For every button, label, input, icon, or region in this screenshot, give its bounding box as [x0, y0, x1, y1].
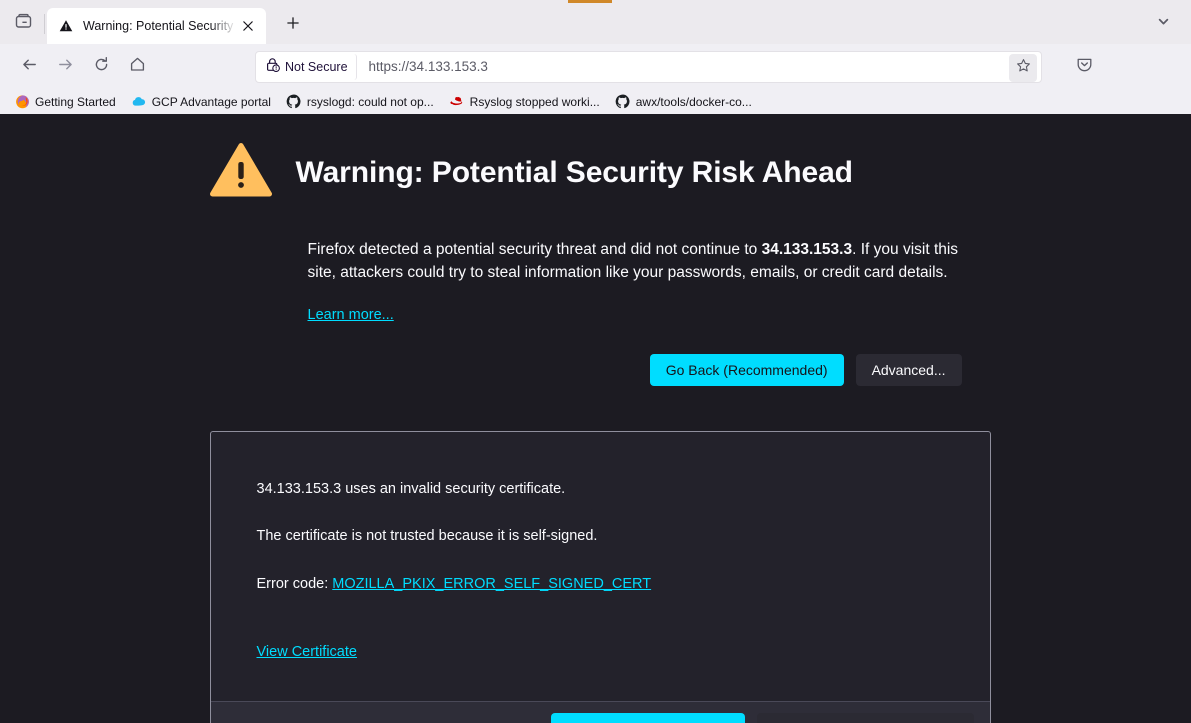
bookmark-item-gcp-advantage-portal[interactable]: GCP Advantage portal [125, 91, 277, 112]
accept-risk-button[interactable]: Accept the Risk and Continue [757, 713, 974, 723]
error-page: Warning: Potential Security Risk Ahead F… [0, 114, 1191, 723]
lock-warning-icon [265, 57, 280, 77]
cloud-icon [131, 94, 147, 110]
advanced-button[interactable]: Advanced... [855, 353, 962, 386]
arrow-right-icon [57, 56, 74, 78]
url-text[interactable]: https://34.133.153.3 [369, 59, 488, 74]
cert-error-code-line: Error code: MOZILLA_PKIX_ERROR_SELF_SIGN… [257, 575, 944, 594]
bookmark-item-awx-tools-docker-co[interactable]: awx/tools/docker-co... [609, 91, 758, 112]
list-all-tabs-button[interactable] [1147, 9, 1179, 39]
arrow-left-icon [21, 56, 38, 78]
error-description-prefix: Firefox detected a potential security th… [307, 241, 762, 258]
home-icon [129, 56, 146, 78]
forward-button[interactable] [49, 51, 81, 83]
go-back-button[interactable]: Go Back (Recommended) [649, 353, 844, 386]
chevron-down-icon [1157, 15, 1170, 33]
new-tab-button[interactable] [278, 10, 308, 40]
error-header: Warning: Potential Security Risk Ahead [206, 142, 986, 203]
advanced-panel-footer: Go Back (Recommended) Accept the Risk an… [210, 701, 990, 723]
browser-tab[interactable]: Warning: Potential Security Risk [47, 8, 266, 44]
warning-triangle-icon [209, 142, 272, 203]
page-title: Warning: Potential Security Risk Ahead [295, 155, 854, 189]
firefox-logo-icon [14, 94, 30, 110]
view-certificate-link[interactable]: View Certificate [257, 644, 357, 660]
star-icon [1016, 58, 1031, 78]
learn-more-link[interactable]: Learn more... [308, 307, 394, 323]
bookmark-label: Rsyslog stopped worki... [469, 94, 600, 109]
advanced-panel-body: 34.133.153.3 uses an invalid security ce… [211, 432, 990, 702]
error-host: 34.133.153.3 [761, 241, 853, 258]
github-icon [286, 94, 302, 110]
tab-separator [44, 14, 45, 34]
error-code-link[interactable]: MOZILLA_PKIX_ERROR_SELF_SIGNED_CERT [332, 576, 651, 592]
bookmark-button[interactable] [1009, 53, 1037, 82]
advanced-panel: 34.133.153.3 uses an invalid security ce… [209, 430, 991, 723]
bookmark-label: rsyslogd: could not op... [306, 94, 434, 109]
cert-error-line-1: 34.133.153.3 uses an invalid security ce… [256, 480, 566, 497]
bookmark-label: awx/tools/docker-co... [635, 94, 752, 109]
browser-window: Warning: Potential Security Risk [0, 0, 1191, 723]
pocket-icon [1076, 56, 1093, 78]
bookmark-item-getting-started[interactable]: Getting Started [8, 91, 122, 112]
bookmark-label: Getting Started [35, 94, 116, 109]
error-description: Firefox detected a potential security th… [206, 239, 986, 285]
tab-title: Warning: Potential Security Risk [83, 19, 238, 33]
reload-button[interactable] [85, 51, 117, 83]
site-identity-button[interactable]: Not Secure [259, 53, 357, 80]
firefox-view-icon [15, 13, 32, 35]
firefox-view-button[interactable] [6, 7, 40, 41]
panel-go-back-button[interactable]: Go Back (Recommended) [551, 713, 746, 723]
tab-strip: Warning: Potential Security Risk [0, 3, 1191, 44]
redhat-icon [449, 94, 465, 110]
error-button-row: Go Back (Recommended) Advanced... [206, 353, 986, 386]
error-code-label: Error code: [256, 576, 333, 593]
cert-error-line-2: The certificate is not trusted because i… [256, 528, 598, 545]
home-button[interactable] [121, 51, 153, 83]
plus-icon [286, 16, 300, 35]
navigation-toolbar: Not Secure https://34.133.153.3 [0, 44, 1191, 89]
bookmark-item-rsyslogd-could-not-op[interactable]: rsyslogd: could not op... [280, 91, 440, 112]
reload-icon [93, 56, 110, 78]
close-icon[interactable] [238, 16, 258, 36]
address-bar[interactable]: Not Secure https://34.133.153.3 [255, 50, 1042, 83]
bookmark-item-rsyslog-stopped-worki[interactable]: Rsyslog stopped worki... [443, 91, 606, 112]
site-identity-label: Not Secure [285, 59, 348, 74]
bookmark-label: GCP Advantage portal [151, 94, 271, 109]
pocket-button[interactable] [1068, 51, 1100, 83]
github-icon [615, 94, 631, 110]
bookmarks-toolbar: Getting Started GCP Advantage portal rsy… [0, 89, 1191, 114]
back-button[interactable] [13, 51, 45, 83]
warning-triangle-icon [58, 18, 74, 34]
